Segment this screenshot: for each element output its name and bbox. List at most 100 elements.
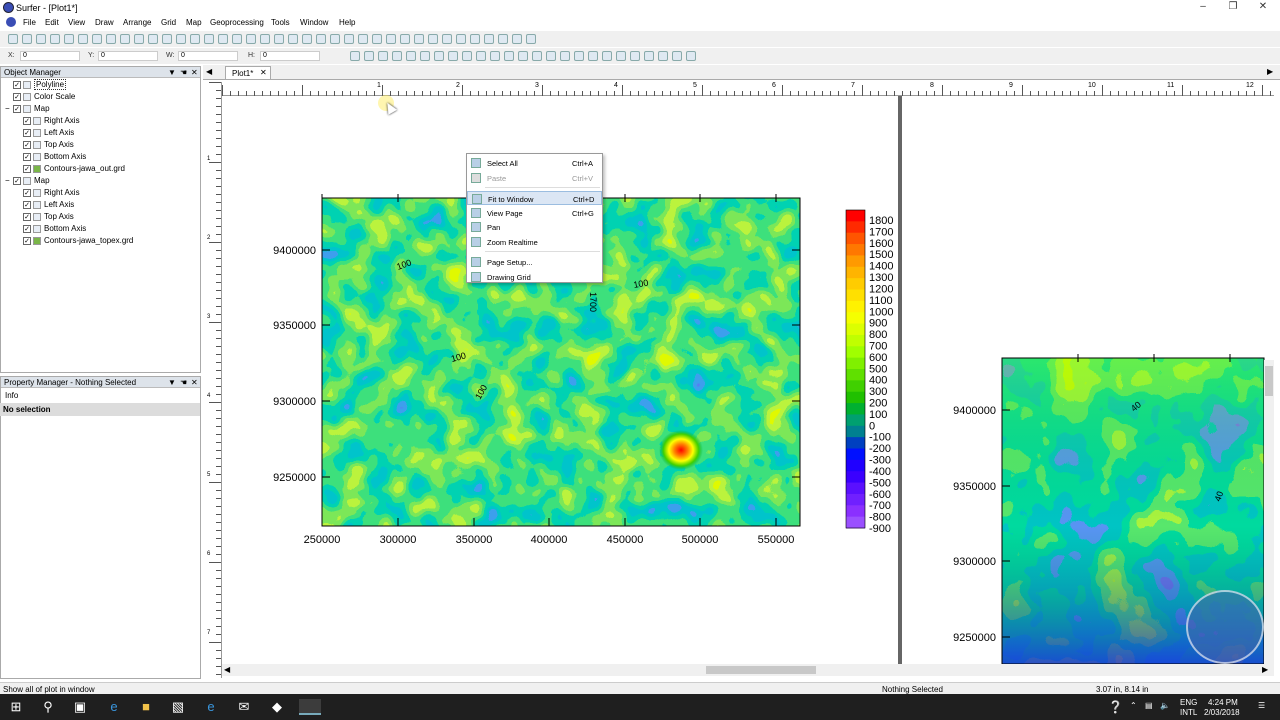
visibility-checkbox[interactable]: ✓ [23,212,31,221]
toolbar-button[interactable] [134,34,144,44]
toolbar-button[interactable] [406,51,416,61]
toolbar-button[interactable] [204,34,214,44]
toolbar-button[interactable] [232,34,242,44]
menu-item-paste[interactable]: Paste Ctrl+V [467,171,602,185]
tree-item[interactable]: ✓ Color Scale [5,92,75,104]
tree-item[interactable]: − ✓ Map [5,176,50,188]
surfer-taskbar-icon[interactable] [299,699,321,715]
visibility-checkbox[interactable]: ✓ [23,140,31,149]
menu-draw[interactable]: Draw [95,18,114,27]
toolbar-button[interactable] [672,51,682,61]
visibility-checkbox[interactable]: ✓ [23,128,31,137]
tree-item[interactable]: ✓ Bottom Axis [23,224,86,236]
tree-item[interactable]: ✓ Contours-jawa_topex.grd [23,236,133,248]
toolbar-button[interactable] [316,34,326,44]
menu-item-zoom-realtime[interactable]: Zoom Realtime [467,235,602,249]
toolbar-button[interactable] [64,34,74,44]
toolbar-button[interactable] [644,51,654,61]
menu-geoprocessing[interactable]: Geoprocessing [210,18,264,27]
tree-item[interactable]: ✓ Top Axis [23,140,74,152]
plot-workspace[interactable]: 9400000 9350000 9300000 9250000 250000 30000… [222,96,1274,664]
tree-item[interactable]: ✓ Bottom Axis [23,152,86,164]
toolbar-button[interactable] [428,34,438,44]
toolbar-button[interactable] [490,51,500,61]
panel-close-icon[interactable]: ✕ [191,378,198,387]
language-1[interactable]: ENG [1180,698,1197,707]
visibility-checkbox[interactable]: ✓ [13,176,21,185]
store-icon[interactable]: ▧ [170,699,186,715]
menu-item-view-page[interactable]: View Page Ctrl+G [467,206,602,220]
toolbar-button[interactable] [176,34,186,44]
toolbar-button[interactable] [602,51,612,61]
toolbar-button[interactable] [372,34,382,44]
tree-expander-icon[interactable]: − [5,176,13,185]
toolbar-button[interactable] [456,34,466,44]
toolbar-button[interactable] [260,34,270,44]
visibility-checkbox[interactable]: ✓ [23,224,31,233]
tree-expander-icon[interactable]: − [5,104,13,113]
toolbar-button[interactable] [574,51,584,61]
clock-time[interactable]: 4:24 PM [1208,698,1238,707]
scroll-thumb[interactable] [706,666,816,674]
menu-arrange[interactable]: Arrange [123,18,151,27]
toolbar-button[interactable] [392,51,402,61]
y-field[interactable]: 0 [98,51,158,61]
toolbar-button[interactable] [588,51,598,61]
toolbar-button[interactable] [442,34,452,44]
color-scale[interactable]: 1800170016001500140013001200110010009008… [845,209,893,535]
visibility-checkbox[interactable]: ✓ [23,152,31,161]
tree-item[interactable]: ✓ Left Axis [23,200,74,212]
tab-info[interactable]: Info [0,389,200,402]
toolbar-button[interactable] [476,51,486,61]
menu-view[interactable]: View [68,18,85,27]
toolbar-button[interactable] [414,34,424,44]
menu-item-drawing-grid[interactable]: Drawing Grid [467,270,602,284]
panel-dropdown-icon[interactable]: ▼ [168,68,176,77]
toolbar-button[interactable] [364,51,374,61]
visibility-checkbox[interactable]: ✓ [23,164,31,173]
edge-browser-icon[interactable]: e [106,699,122,715]
visibility-checkbox[interactable]: ✓ [23,200,31,209]
tray-chevron-icon[interactable]: ⌃ [1130,701,1137,710]
task-view-icon[interactable]: ▣ [72,699,88,715]
menu-item-fit-to-window[interactable]: Fit to Window Ctrl+D [467,191,602,205]
visibility-checkbox[interactable]: ✓ [13,92,21,101]
toolbar-button[interactable] [420,51,430,61]
toolbar-button[interactable] [462,51,472,61]
app-menu-icon[interactable] [6,17,16,27]
tree-item[interactable]: ✓ Left Axis [23,128,74,140]
vertical-scrollbar[interactable] [1264,360,1274,664]
plot-canvas[interactable]: 9400000 9350000 9300000 9250000 250000 30000… [222,96,1274,664]
x-field[interactable]: 0 [20,51,80,61]
toolbar-button[interactable] [36,34,46,44]
toolbar-button[interactable] [358,34,368,44]
toolbar-button[interactable] [630,51,640,61]
toolbar-button[interactable] [518,51,528,61]
toolbar-button[interactable] [484,34,494,44]
scroll-right-icon[interactable]: ▶ [1262,665,1268,674]
toolbar-button[interactable] [120,34,130,44]
app-icon[interactable]: ◆ [269,699,285,715]
tab-plot1[interactable]: Plot1* ✕ [225,66,271,79]
help-icon[interactable]: ❔ [1108,700,1123,714]
tree-item[interactable]: ✓ Right Axis [23,116,80,128]
network-icon[interactable]: ▤ [1145,701,1153,710]
visibility-checkbox[interactable]: ✓ [13,104,21,113]
menu-window[interactable]: Window [300,18,328,27]
toolbar-button[interactable] [560,51,570,61]
menu-map[interactable]: Map [186,18,202,27]
toolbar-button[interactable] [386,34,396,44]
horizontal-scrollbar[interactable]: ◀ ▶ [222,664,1274,676]
minimize-icon[interactable]: – [1188,1,1218,15]
menu-item-select-all[interactable]: Select All Ctrl+A [467,156,602,170]
tab-scroll-right-icon[interactable]: ▶ [1267,67,1273,76]
toolbar-button[interactable] [546,51,556,61]
toolbar-button[interactable] [274,34,284,44]
toolbar-button[interactable] [78,34,88,44]
toolbar-button[interactable] [512,34,522,44]
notification-icon[interactable]: ☰ [1258,701,1265,710]
toolbar-button[interactable] [162,34,172,44]
toolbar-button[interactable] [92,34,102,44]
toolbar-button[interactable] [504,51,514,61]
tree-item[interactable]: − ✓ Map [5,104,50,116]
